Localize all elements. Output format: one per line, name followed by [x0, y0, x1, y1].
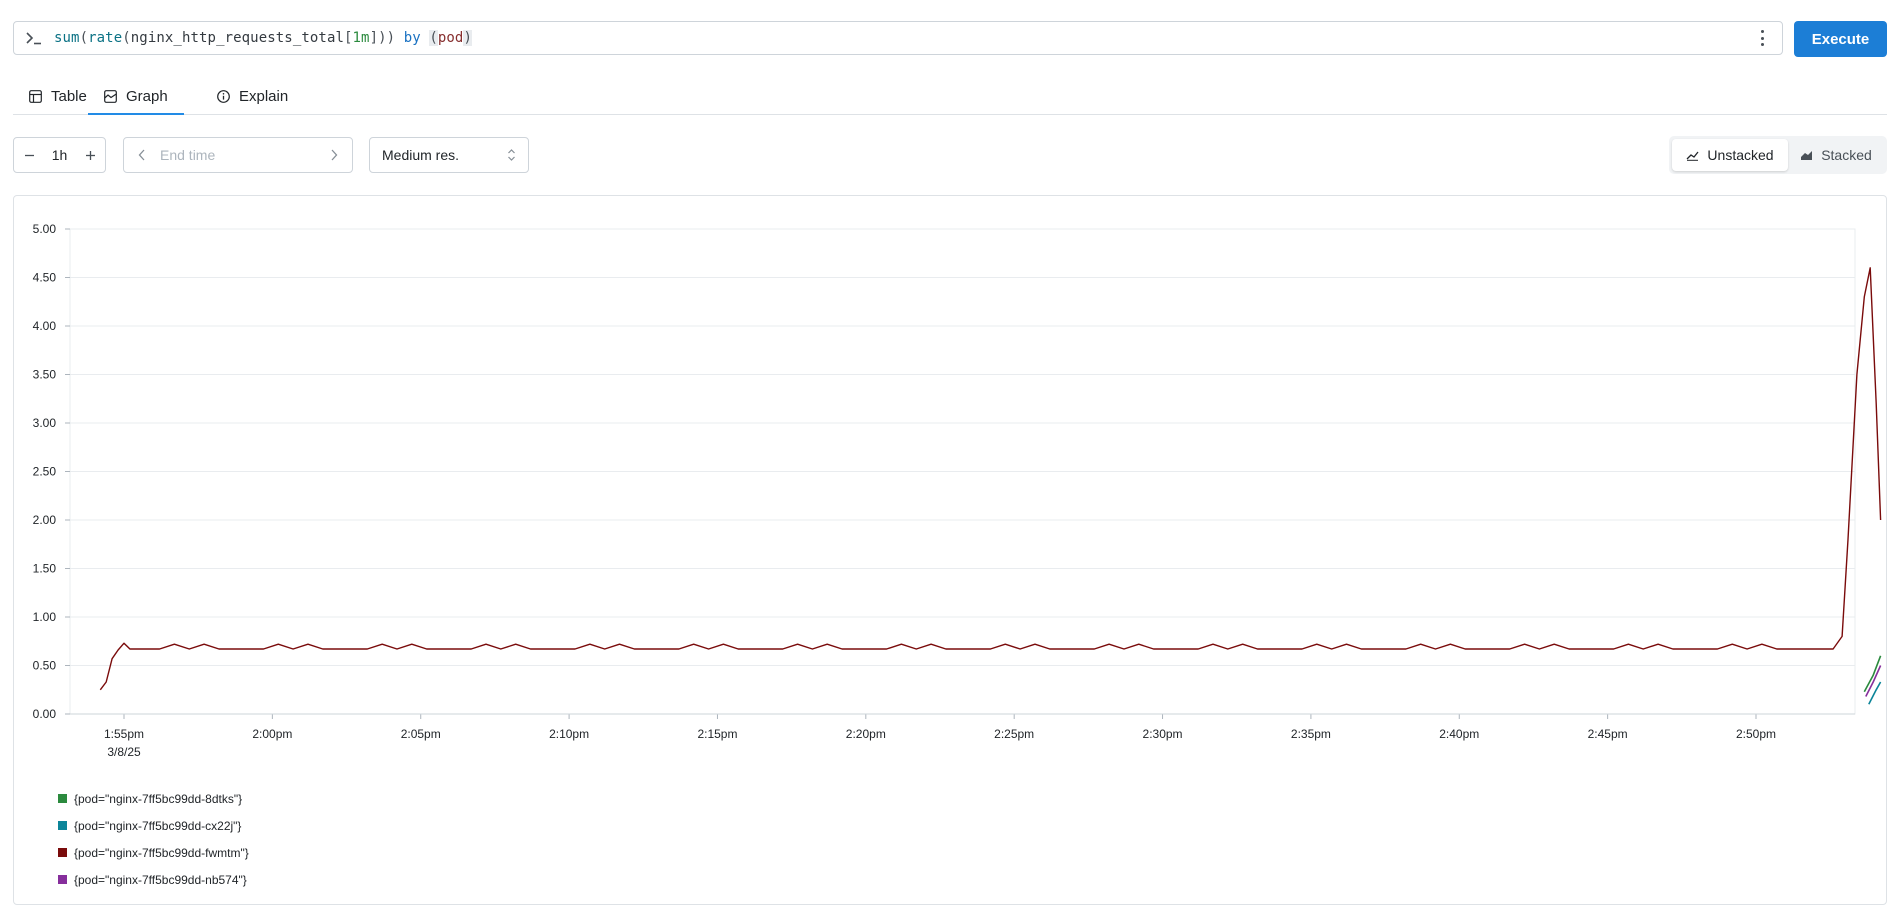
- y-tick-label: 0.00: [33, 707, 57, 721]
- x-tick-label: 2:10pm: [549, 727, 589, 741]
- y-tick-label: 4.00: [33, 319, 57, 333]
- legend-label: {pod="nginx-7ff5bc99dd-fwmtm"}: [74, 845, 249, 860]
- x-tick-label: 2:15pm: [697, 727, 737, 741]
- y-tick-label: 3.00: [33, 416, 57, 430]
- y-tick-label: 1.50: [33, 562, 57, 576]
- x-tick-label: 2:00pm: [252, 727, 292, 741]
- x-tick-label: 1:55pm: [104, 727, 144, 741]
- series-line: [1865, 665, 1882, 697]
- legend-swatch: [58, 875, 67, 884]
- y-tick-label: 2.50: [33, 465, 57, 479]
- series-legend: {pod="nginx-7ff5bc99dd-8dtks"} {pod="ngi…: [58, 785, 249, 893]
- x-tick-label: 2:40pm: [1439, 727, 1479, 741]
- legend-label: {pod="nginx-7ff5bc99dd-cx22j"}: [74, 818, 242, 833]
- legend-item[interactable]: {pod="nginx-7ff5bc99dd-8dtks"}: [58, 785, 249, 812]
- legend-label: {pod="nginx-7ff5bc99dd-8dtks"}: [74, 791, 243, 806]
- legend-swatch: [58, 821, 67, 830]
- legend-item[interactable]: {pod="nginx-7ff5bc99dd-cx22j"}: [58, 812, 249, 839]
- x-tick-label: 2:05pm: [401, 727, 441, 741]
- x-tick-label: 2:45pm: [1588, 727, 1628, 741]
- x-tick-label: 2:50pm: [1736, 727, 1776, 741]
- series-line: [1868, 681, 1882, 705]
- y-tick-label: 2.00: [33, 513, 57, 527]
- x-tick-sublabel: 3/8/25: [107, 745, 141, 759]
- legend-item[interactable]: {pod="nginx-7ff5bc99dd-fwmtm"}: [58, 839, 249, 866]
- series-line: [99, 267, 1882, 691]
- x-tick-label: 2:35pm: [1291, 727, 1331, 741]
- y-tick-label: 3.50: [33, 368, 57, 382]
- y-tick-label: 0.50: [33, 659, 57, 673]
- y-tick-label: 4.50: [33, 271, 57, 285]
- x-tick-label: 2:25pm: [994, 727, 1034, 741]
- legend-label: {pod="nginx-7ff5bc99dd-nb574"}: [74, 872, 247, 887]
- x-tick-label: 2:20pm: [846, 727, 886, 741]
- x-tick-label: 2:30pm: [1143, 727, 1183, 741]
- y-tick-label: 5.00: [33, 222, 57, 236]
- y-tick-label: 1.00: [33, 610, 57, 624]
- legend-swatch: [58, 794, 67, 803]
- time-series-chart[interactable]: 0.00 0.50 1.00 1.50 2.00 2.50 3.00 3.50 4.00 4.50…: [0, 0, 1902, 889]
- legend-swatch: [58, 848, 67, 857]
